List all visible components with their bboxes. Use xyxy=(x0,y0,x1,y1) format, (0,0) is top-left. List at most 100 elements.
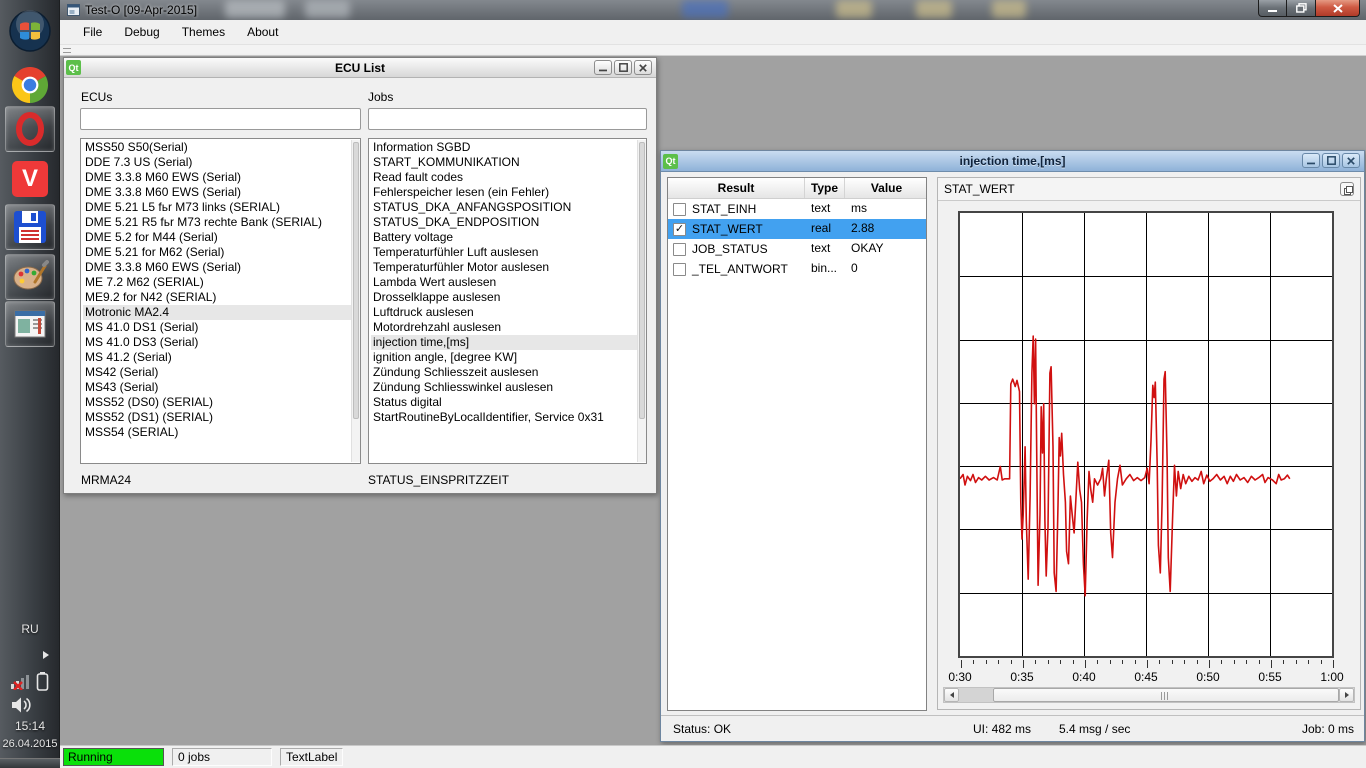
show-desktop-button[interactable] xyxy=(0,758,60,768)
main-titlebar[interactable]: Test-O [09-Apr-2015] xyxy=(60,0,1366,20)
x-tick-label: 1:00 xyxy=(1312,670,1352,684)
list-item[interactable]: injection time,[ms] xyxy=(371,335,646,350)
network-status-icon[interactable] xyxy=(10,672,30,690)
injection-close-button[interactable] xyxy=(1342,153,1360,168)
injection-window-titlebar[interactable]: Qt injection time,[ms] xyxy=(661,151,1364,172)
scroll-left-arrow[interactable] xyxy=(944,688,959,702)
taskbar-item-chrome[interactable] xyxy=(5,62,55,108)
ecu-minimize-button[interactable] xyxy=(594,60,612,75)
list-item[interactable]: STATUS_DKA_ANFANGSPOSITION xyxy=(371,200,646,215)
list-item[interactable]: ignition angle, [degree KW] xyxy=(371,350,646,365)
plot-area[interactable] xyxy=(958,211,1334,658)
injection-minimize-button[interactable] xyxy=(1302,153,1320,168)
ecu-close-button[interactable] xyxy=(634,60,652,75)
list-item[interactable]: MS42 (Serial) xyxy=(83,365,360,380)
checkbox-unchecked[interactable] xyxy=(673,203,686,216)
list-item[interactable]: ME9.2 for N42 (SERIAL) xyxy=(83,290,360,305)
time-scrollbar[interactable] xyxy=(943,687,1355,703)
toolbar-grip[interactable] xyxy=(63,48,71,53)
list-item[interactable]: MSS54 (SERIAL) xyxy=(83,425,360,440)
list-item[interactable]: Read fault codes xyxy=(371,170,646,185)
list-item[interactable]: MS 41.0 DS1 (Serial) xyxy=(83,320,360,335)
start-button[interactable] xyxy=(5,8,55,54)
menu-item-file[interactable]: File xyxy=(73,22,112,42)
list-item[interactable]: Zündung Schliesszeit auslesen xyxy=(371,365,646,380)
taskbar-item-vivaldi[interactable]: V xyxy=(5,156,55,202)
injection-maximize-button[interactable] xyxy=(1322,153,1340,168)
speaker-icon[interactable] xyxy=(10,696,32,714)
checkbox-checked[interactable]: ✓ xyxy=(673,223,686,236)
list-item[interactable]: DME 3.3.8 M60 EWS (Serial) xyxy=(83,260,360,275)
table-row[interactable]: JOB_STATUStextOKAY xyxy=(668,239,926,259)
battery-icon[interactable] xyxy=(36,671,49,691)
list-item[interactable]: MSS52 (DS1) (SERIAL) xyxy=(83,410,360,425)
list-item[interactable]: Temperaturfühler Luft auslesen xyxy=(371,245,646,260)
list-item[interactable]: MS43 (Serial) xyxy=(83,380,360,395)
scrollbar-page-left[interactable] xyxy=(959,688,993,702)
column-header-type[interactable]: Type xyxy=(805,178,845,198)
list-item[interactable]: Fehlerspeicher lesen (ein Fehler) xyxy=(371,185,646,200)
taskbar-item-paint[interactable] xyxy=(5,254,55,300)
list-item[interactable]: DME 3.3.8 M60 EWS (Serial) xyxy=(83,170,360,185)
table-row[interactable]: STAT_EINHtextms xyxy=(668,199,926,219)
list-item[interactable]: ME 7.2 M62 (SERIAL) xyxy=(83,275,360,290)
job-list-scrollbar[interactable] xyxy=(637,140,646,462)
list-item[interactable]: DME 3.3.8 M60 EWS (Serial) xyxy=(83,185,360,200)
list-item[interactable]: Drosselklappe auslesen xyxy=(371,290,646,305)
column-header-value[interactable]: Value xyxy=(845,178,928,198)
job-filter-input[interactable] xyxy=(368,108,647,130)
menu-item-debug[interactable]: Debug xyxy=(114,22,169,42)
list-item[interactable]: Temperaturfühler Motor auslesen xyxy=(371,260,646,275)
list-item[interactable]: DME 5.21 R5 fьr M73 rechte Bank (SERIAL) xyxy=(83,215,360,230)
list-item[interactable]: MSS52 (DS0) (SERIAL) xyxy=(83,395,360,410)
taskbar-item-save[interactable] xyxy=(5,204,55,250)
ecu-list-scrollbar[interactable] xyxy=(351,140,360,462)
list-item[interactable]: DME 5.21 L5 fьr M73 links (SERIAL) xyxy=(83,200,360,215)
list-item[interactable]: MS 41.2 (Serial) xyxy=(83,350,360,365)
list-item[interactable]: MSS50 S50(Serial) xyxy=(83,140,360,155)
list-item[interactable]: START_KOMMUNIKATION xyxy=(371,155,646,170)
checkbox-unchecked[interactable] xyxy=(673,243,686,256)
list-item[interactable]: Luftdruck auslesen xyxy=(371,305,646,320)
list-item[interactable]: DDE 7.3 US (Serial) xyxy=(83,155,360,170)
main-close-button[interactable] xyxy=(1315,0,1360,17)
taskbar-item-testapp[interactable] xyxy=(5,301,55,347)
result-value: OKAY xyxy=(845,239,928,259)
main-restore-button[interactable] xyxy=(1287,0,1315,17)
list-item[interactable]: Lambda Wert auslesen xyxy=(371,275,646,290)
list-item[interactable]: Battery voltage xyxy=(371,230,646,245)
injection-statusbar: Status: OK UI: 482 ms 5.4 msg / sec Job:… xyxy=(661,715,1364,741)
scrollbar-thumb[interactable] xyxy=(993,688,1339,702)
list-item[interactable]: MS 41.0 DS3 (Serial) xyxy=(83,335,360,350)
x-axis-ticks xyxy=(960,660,1334,669)
ecu-window-titlebar[interactable]: Qt ECU List xyxy=(64,58,656,78)
list-item[interactable]: DME 5.2 for M44 (Serial) xyxy=(83,230,360,245)
list-item[interactable]: Status digital xyxy=(371,395,646,410)
language-indicator[interactable]: RU xyxy=(0,622,60,636)
ecu-maximize-button[interactable] xyxy=(614,60,632,75)
list-item[interactable]: Zündung Schliesswinkel auslesen xyxy=(371,380,646,395)
menu-item-themes[interactable]: Themes xyxy=(172,22,235,42)
clock-time[interactable]: 15:14 xyxy=(0,719,60,733)
taskbar-item-opera[interactable] xyxy=(5,106,55,152)
list-item[interactable]: Motronic MA2.4 xyxy=(83,305,360,320)
panel-splitter[interactable] xyxy=(927,177,937,711)
list-item[interactable]: StartRoutineByLocalIdentifier, Service 0… xyxy=(371,410,646,425)
checkbox-unchecked[interactable] xyxy=(673,263,686,276)
list-item[interactable]: Information SGBD xyxy=(371,140,646,155)
list-item[interactable]: DME 5.21 for M62 (Serial) xyxy=(83,245,360,260)
menu-item-about[interactable]: About xyxy=(237,22,288,42)
list-item[interactable]: STATUS_DKA_ENDPOSITION xyxy=(371,215,646,230)
table-row[interactable]: _TEL_ANTWORTbin...0 xyxy=(668,259,926,279)
clock-date[interactable]: 26.04.2015 xyxy=(0,738,60,750)
glass-reflection xyxy=(225,0,285,18)
scroll-right-arrow[interactable] xyxy=(1339,688,1354,702)
list-item[interactable]: Motordrehzahl auslesen xyxy=(371,320,646,335)
result-table-header[interactable]: Result Type Value xyxy=(668,178,926,199)
column-header-result[interactable]: Result xyxy=(668,178,805,198)
tray-expand-arrow[interactable] xyxy=(42,650,50,660)
ecu-filter-input[interactable] xyxy=(80,108,361,130)
main-minimize-button[interactable] xyxy=(1258,0,1287,17)
table-row[interactable]: ✓STAT_WERTreal2.88 xyxy=(668,219,926,239)
detach-panel-icon[interactable] xyxy=(1340,182,1354,196)
